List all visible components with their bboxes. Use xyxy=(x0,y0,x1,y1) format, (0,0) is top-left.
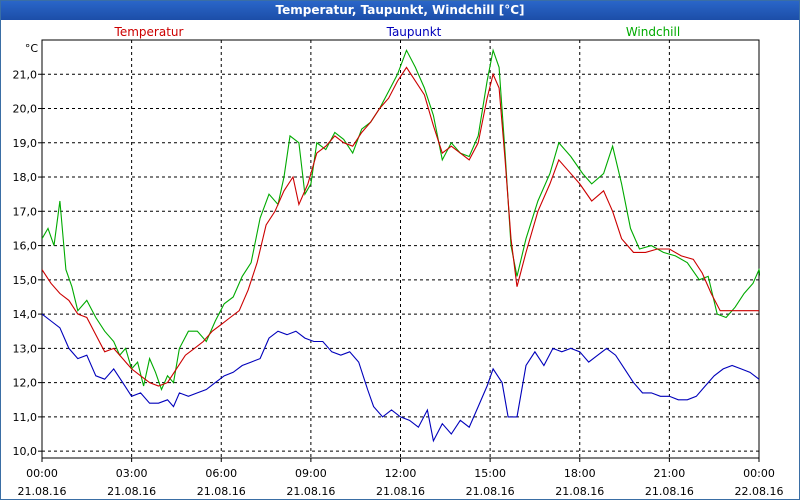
legend-windchill: Windchill xyxy=(626,25,680,39)
chart-window: Temperatur, Taupunkt, Windchill [°C] 10,… xyxy=(0,0,800,500)
y-tick-label: 10,0 xyxy=(13,445,38,458)
y-tick-label: 19,0 xyxy=(13,137,38,150)
x-tick-date-label: 21.08.16 xyxy=(555,485,604,498)
x-tick-time-label: 06:00 xyxy=(205,467,237,480)
y-tick-label: 14,0 xyxy=(13,308,38,321)
y-tick-label: 11,0 xyxy=(13,411,38,424)
chart-svg: 10,0 11,0 12,0 13,0 14,0 15,0 16,0 17,0 18,0 19,0… xyxy=(13,25,784,498)
x-tick-date-label: 22.08.16 xyxy=(735,485,784,498)
y-tick-label: 18,0 xyxy=(13,171,38,184)
y-tick-label: 12,0 xyxy=(13,377,38,390)
x-tick-time-label: 00:00 xyxy=(743,467,775,480)
y-tick-label: 21,0 xyxy=(13,68,38,81)
x-tick-time-label: 18:00 xyxy=(564,467,596,480)
window-title: Temperatur, Taupunkt, Windchill [°C] xyxy=(1,1,799,20)
legend-taupunkt: Taupunkt xyxy=(386,25,442,39)
y-tick-label: 15,0 xyxy=(13,274,38,287)
x-tick-date-label: 21.08.16 xyxy=(197,485,246,498)
x-tick-date-label: 21.08.16 xyxy=(18,485,67,498)
x-tick-date-label: 21.08.16 xyxy=(286,485,335,498)
x-tick-time-label: 03:00 xyxy=(116,467,148,480)
x-tick-time-label: 21:00 xyxy=(654,467,686,480)
x-tick-date-label: 21.08.16 xyxy=(466,485,515,498)
x-tick-date-label: 21.08.16 xyxy=(645,485,694,498)
legend-temperatur: Temperatur xyxy=(114,25,184,39)
x-tick-time-label: 09:00 xyxy=(295,467,327,480)
x-tick-date-label: 21.08.16 xyxy=(376,485,425,498)
x-tick-time-label: 12:00 xyxy=(385,467,417,480)
y-tick-label: 17,0 xyxy=(13,205,38,218)
y-axis-label: °C xyxy=(25,42,39,55)
y-tick-label: 20,0 xyxy=(13,103,38,116)
y-tick-label: 13,0 xyxy=(13,342,38,355)
x-tick-time-label: 15:00 xyxy=(474,467,506,480)
x-tick-time-label: 00:00 xyxy=(26,467,58,480)
y-tick-label: 16,0 xyxy=(13,240,38,253)
x-tick-date-label: 21.08.16 xyxy=(107,485,156,498)
